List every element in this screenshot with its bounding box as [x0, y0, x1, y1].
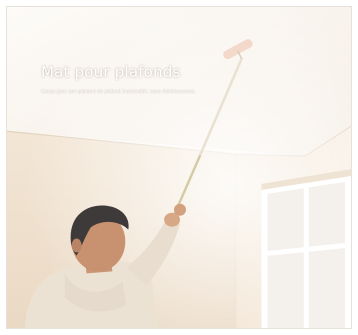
promo-banner[interactable]: Mat pour plafonds Conçu pour une peintur… [6, 6, 352, 329]
banner-photo [7, 7, 351, 328]
banner-subline: Conçu pour une peinture de plafond impec… [41, 89, 196, 95]
banner-headline: Mat pour plafonds [41, 63, 181, 81]
window [261, 168, 351, 328]
